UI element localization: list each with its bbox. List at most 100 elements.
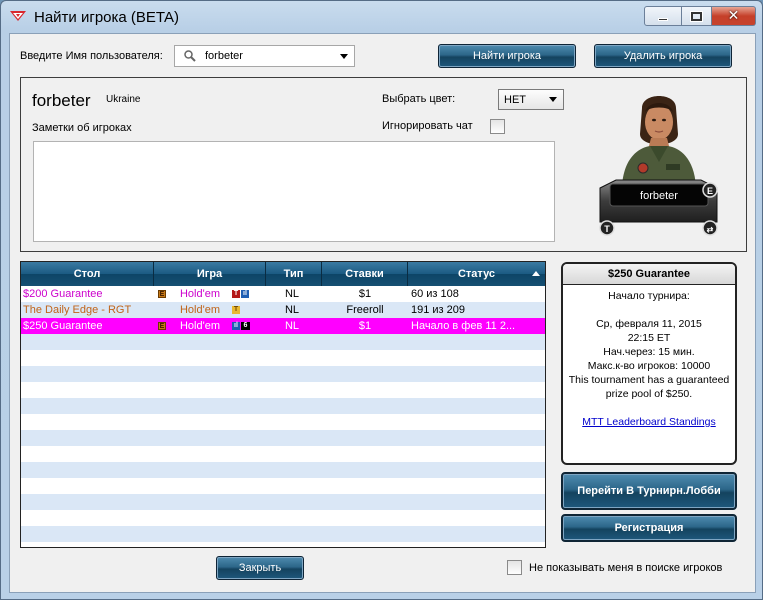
close-button[interactable]: Закрыть <box>216 556 304 580</box>
table-name-cell: $200 Guarantee <box>23 288 103 300</box>
type-cell: NL <box>284 288 300 300</box>
window-title: Найти игрока (BETA) <box>34 9 179 26</box>
color-label: Выбрать цвет: <box>382 93 456 105</box>
hide-me-checkbox[interactable] <box>507 560 522 575</box>
close-icon: ✕ <box>727 8 740 24</box>
maximize-icon <box>690 10 703 22</box>
empty-row[interactable] <box>21 366 545 382</box>
empty-row[interactable] <box>21 526 545 542</box>
type-cell: NL <box>284 320 300 332</box>
game-cell: Hold'em <box>179 304 220 316</box>
avatar-name: forbeter <box>640 190 678 202</box>
tournament-title: $250 Guarantee <box>563 264 735 285</box>
name-icon-cell: E <box>154 318 170 334</box>
name-icon-cell: E <box>154 286 170 302</box>
empty-row[interactable] <box>21 334 545 350</box>
chevron-down-icon <box>549 97 557 102</box>
empty-row[interactable] <box>21 446 545 462</box>
title-bar[interactable]: Найти игрока (BETA) ✕ <box>1 1 762 33</box>
delete-player-button[interactable]: Удалить игрока <box>594 44 732 68</box>
empty-row[interactable] <box>21 350 545 366</box>
game-icons-cell: Tıl <box>230 286 262 302</box>
stats-bar-icon: ıl <box>232 322 240 330</box>
status-cell: 191 из 209 <box>411 304 466 316</box>
player-avatar: forbeter E T ⇄ <box>598 90 719 236</box>
tournament-start-label: Начало турнира: <box>608 290 690 302</box>
game-icons-cell: ıl 6 <box>230 318 262 334</box>
tournament-description: This tournament has a guaranteed prize p… <box>568 374 730 400</box>
tournament-max-players: Макс.к-во игроков: 10000 <box>587 360 711 372</box>
empty-row[interactable] <box>21 494 545 510</box>
find-player-window: Найти игрока (BETA) ✕ Введите Имя пользо… <box>0 0 763 600</box>
event-icon: E <box>158 322 166 330</box>
game-icons-cell: T <box>230 302 262 318</box>
minimize-icon <box>658 17 668 21</box>
name-icon-cell <box>154 302 170 318</box>
six-max-icon: 6 <box>241 322 250 330</box>
tournament-info-panel: $250 Guarantee Начало турнира: Ср, февра… <box>561 262 737 465</box>
hide-me-label: Не показывать меня в поиске игроков <box>529 562 723 574</box>
svg-text:⇄: ⇄ <box>707 225 714 234</box>
table-row[interactable]: $250 Guarantee E Hold'em ıl 6 NL $1 Начало в фе… <box>21 318 545 334</box>
notes-label: Заметки об игроках <box>32 122 132 134</box>
game-cell: Hold'em <box>179 288 220 300</box>
column-header-stakes[interactable]: Ставки <box>322 262 408 286</box>
column-header-type[interactable]: Тип <box>266 262 322 286</box>
player-info-panel: forbeter Ukraine Заметки об игроках Выбр… <box>20 77 747 252</box>
grid-rows: $200 Guarantee E Hold'em Tıl NL $1 60 из 108 Th… <box>21 286 545 542</box>
status-cell: Начало в фев 11 2... <box>411 320 516 332</box>
stakes-cell: Freeroll <box>346 304 384 316</box>
empty-row[interactable] <box>21 430 545 446</box>
player-country: Ukraine <box>106 94 141 105</box>
dialog-content: Введите Имя пользователя: forbeter Найти… <box>9 33 756 593</box>
search-icon <box>184 50 196 62</box>
column-header-table[interactable]: Стол <box>21 262 154 286</box>
player-tables-grid[interactable]: Стол Игра Тип Ставки Статус $200 Guarant… <box>20 261 546 548</box>
mtt-leaderboard-link[interactable]: MTT Leaderboard Standings <box>582 416 715 428</box>
stats-bar-icon: ıl <box>241 290 249 298</box>
maximize-button[interactable] <box>682 6 712 26</box>
trophy-icon: T <box>232 306 240 314</box>
avatar-image: forbeter E T ⇄ <box>599 96 718 236</box>
status-cell: 60 из 108 <box>411 288 459 300</box>
ignore-chat-label: Игнорировать чат <box>382 120 473 132</box>
table-name-cell: The Daily Edge - RGT <box>23 304 132 316</box>
color-select-value: НЕТ <box>504 93 526 106</box>
go-to-tournament-lobby-button[interactable]: Перейти В Турнирн.Лобби <box>561 472 737 510</box>
table-name-cell: $250 Guarantee <box>23 320 103 332</box>
svg-text:E: E <box>707 186 713 196</box>
player-name: forbeter <box>32 91 91 110</box>
svg-text:T: T <box>604 224 610 234</box>
empty-row[interactable] <box>21 478 545 494</box>
column-header-status[interactable]: Статус <box>408 262 545 286</box>
grid-header: Стол Игра Тип Ставки Статус <box>21 262 545 286</box>
table-row[interactable]: The Daily Edge - RGT Hold'em T NL Freeroll 19… <box>21 302 545 318</box>
empty-row[interactable] <box>21 414 545 430</box>
empty-row[interactable] <box>21 398 545 414</box>
dropdown-arrow-icon[interactable] <box>340 53 348 59</box>
color-select[interactable]: НЕТ <box>498 89 564 110</box>
tournament-date: Ср, февраля 11, 2015 <box>596 318 702 330</box>
minimize-button[interactable] <box>644 6 682 26</box>
game-cell: Hold'em <box>179 320 220 332</box>
ignore-chat-checkbox[interactable] <box>490 119 505 134</box>
column-header-game[interactable]: Игра <box>154 262 266 286</box>
sort-asc-icon <box>532 271 540 276</box>
username-label: Введите Имя пользователя: <box>20 50 163 62</box>
empty-row[interactable] <box>21 510 545 526</box>
turbo-icon: T <box>232 290 240 298</box>
tournament-time: 22:15 ET <box>627 332 671 344</box>
empty-row[interactable] <box>21 382 545 398</box>
type-cell: NL <box>284 304 300 316</box>
stakes-cell: $1 <box>358 320 372 332</box>
username-combobox[interactable]: forbeter <box>174 45 355 67</box>
tournament-starts-in: Нач.через: 15 мин. <box>603 346 695 358</box>
close-window-button[interactable]: ✕ <box>712 6 756 26</box>
find-player-button[interactable]: Найти игрока <box>438 44 576 68</box>
stakes-cell: $1 <box>358 288 372 300</box>
table-row[interactable]: $200 Guarantee E Hold'em Tıl NL $1 60 из 108 <box>21 286 545 302</box>
player-notes-textarea[interactable] <box>33 141 555 242</box>
empty-row[interactable] <box>21 462 545 478</box>
register-button[interactable]: Регистрация <box>561 514 737 542</box>
username-value[interactable]: forbeter <box>205 50 340 62</box>
